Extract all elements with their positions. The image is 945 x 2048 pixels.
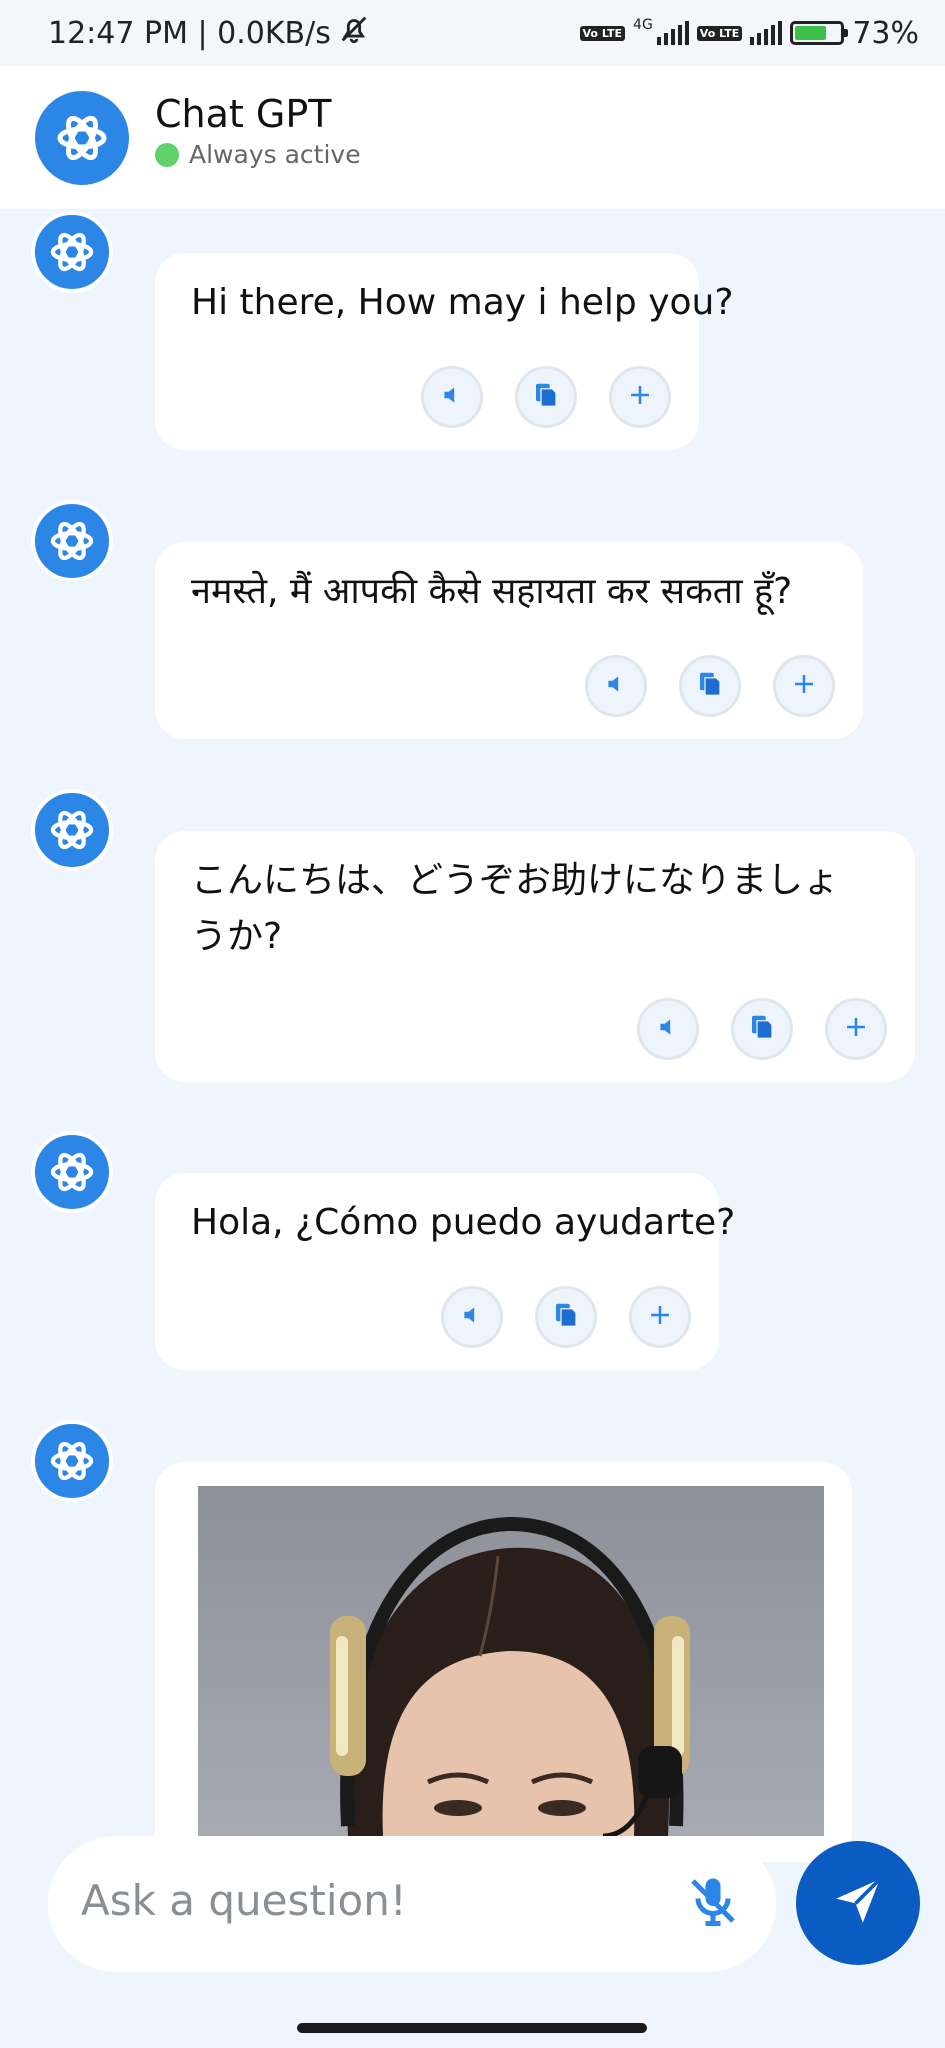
- copy-button[interactable]: [731, 998, 793, 1060]
- online-dot: [155, 142, 179, 167]
- speaker-icon: [439, 382, 465, 412]
- send-button[interactable]: [796, 1841, 920, 1965]
- speaker-icon: [655, 1014, 681, 1044]
- battery-icon: [790, 21, 849, 45]
- mute-bell-icon: [337, 12, 371, 54]
- openai-logo-icon[interactable]: [35, 91, 129, 185]
- copy-icon: [747, 1012, 777, 1046]
- network-type: 4G: [633, 17, 653, 33]
- bot-avatar: [31, 211, 113, 293]
- message-actions: [585, 655, 835, 717]
- speaker-button[interactable]: [441, 1286, 503, 1348]
- message-bubble: Hola, ¿Cómo puedo ayudarte?: [155, 1173, 736, 1370]
- active-status: Always active: [155, 140, 361, 169]
- message-bubble: こんにちは、どうぞお助けになりましょうか?: [155, 831, 915, 1082]
- message-actions: [421, 366, 671, 428]
- plus-icon: [792, 672, 816, 700]
- message-text: Hola, ¿Cómo puedo ayudarte?: [191, 1202, 736, 1243]
- add-button[interactable]: [825, 998, 887, 1060]
- add-button[interactable]: [629, 1286, 691, 1348]
- bot-avatar: [31, 1131, 113, 1213]
- plus-icon: [648, 1303, 672, 1331]
- status-bar: 12:47 PM | 0.0KB/s Vo LTE 4G Vo LTE 73%: [0, 0, 945, 66]
- volte-badge-2: Vo LTE: [696, 25, 743, 41]
- battery-percent: 73%: [852, 15, 919, 51]
- signal-icon: [656, 21, 689, 45]
- message-actions: [441, 1286, 691, 1348]
- chat-header: Chat GPT Always active: [0, 66, 945, 209]
- woman-with-headset-image[interactable]: [198, 1486, 824, 1836]
- copy-icon: [531, 380, 561, 414]
- speaker-button[interactable]: [637, 998, 699, 1060]
- plus-icon: [628, 383, 652, 411]
- status-label: Always active: [189, 140, 361, 169]
- add-button[interactable]: [773, 655, 835, 717]
- home-indicator[interactable]: [297, 2023, 647, 2033]
- question-input[interactable]: Ask a question!: [81, 1876, 407, 1925]
- message-text: こんにちは、どうぞお助けになりましょうか?: [191, 860, 840, 957]
- copy-icon: [551, 1300, 581, 1334]
- bot-avatar: [31, 789, 113, 871]
- status-time-speed: 12:47 PM | 0.0KB/s: [48, 15, 331, 51]
- speaker-icon: [459, 1302, 485, 1332]
- plus-icon: [844, 1015, 868, 1043]
- message-bubble: Hi there, How may i help you?: [155, 253, 734, 450]
- mic-off-icon: [683, 1871, 743, 1935]
- copy-button[interactable]: [679, 655, 741, 717]
- message-actions: [637, 998, 887, 1060]
- copy-button[interactable]: [535, 1286, 597, 1348]
- send-icon: [829, 1872, 887, 1934]
- message-text: Hi there, How may i help you?: [191, 282, 734, 323]
- copy-button[interactable]: [515, 366, 577, 428]
- bot-avatar: [31, 1420, 113, 1502]
- speaker-icon: [603, 671, 629, 701]
- copy-icon: [695, 669, 725, 703]
- message-composer: Ask a question!: [48, 1836, 776, 1972]
- message-text: नमस्ते, मैं आपकी कैसे सहायता कर सकता हूँ…: [191, 571, 793, 612]
- volte-badge: Vo LTE: [579, 25, 626, 41]
- add-button[interactable]: [609, 366, 671, 428]
- bot-avatar: [31, 500, 113, 582]
- speaker-button[interactable]: [585, 655, 647, 717]
- speaker-button[interactable]: [421, 366, 483, 428]
- mic-off-button[interactable]: [678, 1868, 748, 1938]
- signal-icon-2: [750, 21, 783, 45]
- chat-title: Chat GPT: [155, 92, 332, 136]
- message-bubble: नमस्ते, मैं आपकी कैसे सहायता कर सकता हूँ…: [155, 542, 863, 739]
